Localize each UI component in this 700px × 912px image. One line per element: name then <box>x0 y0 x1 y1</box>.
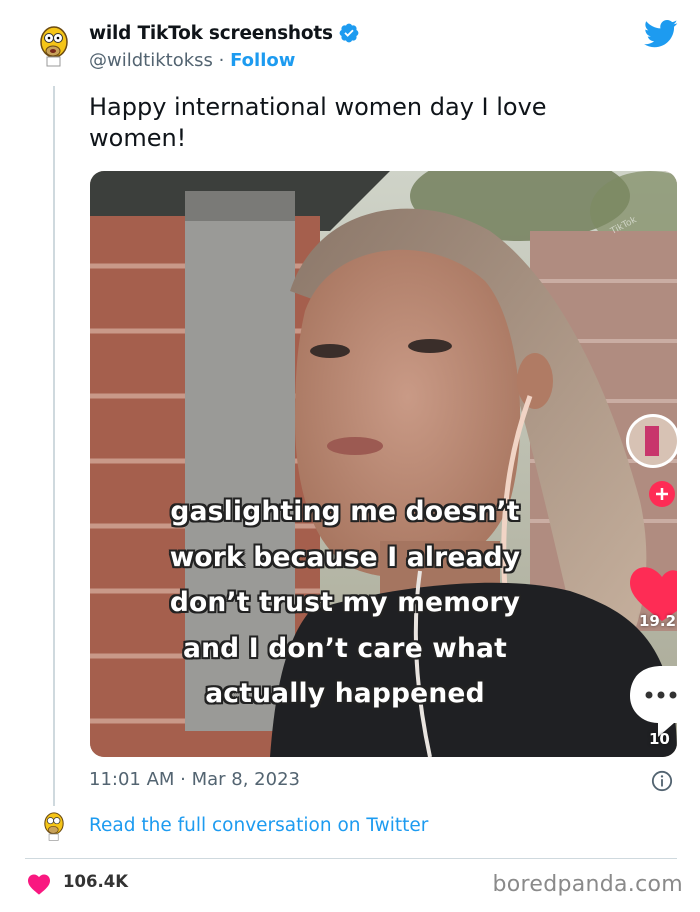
caption-line: don’t trust my memory <box>169 587 521 618</box>
caption-line: actually happened <box>205 678 485 709</box>
author-name[interactable]: wild TikTok screenshots <box>89 23 333 44</box>
author-avatar-small[interactable] <box>42 812 66 842</box>
verified-badge-icon <box>339 23 359 43</box>
heart-icon[interactable] <box>27 873 51 895</box>
author-handle[interactable]: @wildtiktokss <box>89 50 213 71</box>
media-caption: gaslighting me doesn’t work because I al… <box>150 489 540 717</box>
caption-line: gaslighting me doesn’t <box>170 496 520 527</box>
tweet-timestamp[interactable]: 11:01 AM · Mar 8, 2023 <box>89 769 300 790</box>
author-avatar[interactable] <box>37 26 71 68</box>
thread-line <box>53 86 55 806</box>
tweet-text: Happy international women day I love wom… <box>89 93 547 152</box>
tweet-media[interactable]: TikTok gaslighting me doesn’t work becau… <box>90 171 677 757</box>
like-count: 106.4K <box>63 872 128 891</box>
info-icon[interactable] <box>651 770 673 792</box>
author-handle-row: @wildtiktokss · Follow <box>89 50 295 71</box>
follow-button[interactable]: Follow <box>230 50 295 71</box>
media-like-count: 19.2 <box>639 612 677 630</box>
twitter-bird-icon[interactable] <box>644 19 678 49</box>
caption-line: work because I already <box>169 541 521 573</box>
caption-line: and I don’t care what <box>183 632 507 664</box>
footer-divider <box>25 858 677 859</box>
media-comment-count: 10 <box>649 730 670 748</box>
read-conversation-link[interactable]: Read the full conversation on Twitter <box>89 815 428 836</box>
separator: · <box>218 50 225 71</box>
brand-logo: boredpanda.com <box>492 872 683 897</box>
author-name-row[interactable]: wild TikTok screenshots <box>89 22 360 44</box>
